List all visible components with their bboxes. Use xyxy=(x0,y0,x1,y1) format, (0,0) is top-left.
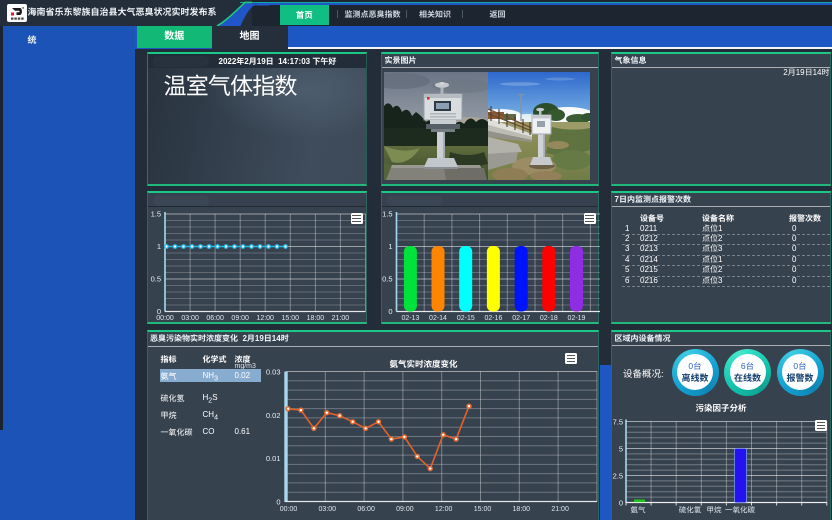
svg-text:03:00: 03:00 xyxy=(318,506,336,513)
svg-text:18:00: 18:00 xyxy=(512,506,530,513)
svg-text:02-19: 02-19 xyxy=(568,315,586,322)
svg-text:一氧化碳: 一氧化碳 xyxy=(725,505,755,514)
svg-text:1.5: 1.5 xyxy=(150,210,160,219)
svg-text:21:00: 21:00 xyxy=(551,506,569,513)
svg-text:0.5: 0.5 xyxy=(382,275,392,284)
svg-text:7.5: 7.5 xyxy=(613,417,623,426)
svg-text:02-16: 02-16 xyxy=(484,315,502,322)
svg-text:0.5: 0.5 xyxy=(150,275,160,284)
svg-text:15:00: 15:00 xyxy=(281,315,299,322)
svg-text:1.5: 1.5 xyxy=(382,210,392,219)
svg-text:12:00: 12:00 xyxy=(256,315,274,322)
svg-text:02-15: 02-15 xyxy=(457,315,475,322)
svg-text:00:00: 00:00 xyxy=(279,506,297,513)
svg-text:0: 0 xyxy=(619,498,623,507)
svg-text:02-18: 02-18 xyxy=(540,315,558,322)
svg-text:18:00: 18:00 xyxy=(306,315,324,322)
svg-text:06:00: 06:00 xyxy=(206,315,224,322)
svg-text:0.02: 0.02 xyxy=(265,410,280,419)
svg-text:氨气: 氨气 xyxy=(631,505,646,514)
svg-text:21:00: 21:00 xyxy=(331,315,349,322)
svg-text:03:00: 03:00 xyxy=(181,315,199,322)
svg-text:15:00: 15:00 xyxy=(473,506,491,513)
svg-text:09:00: 09:00 xyxy=(396,506,414,513)
svg-text:硫化氢: 硫化氢 xyxy=(679,505,702,514)
svg-text:09:00: 09:00 xyxy=(231,315,249,322)
svg-text:2.5: 2.5 xyxy=(613,471,623,480)
svg-text:02-13: 02-13 xyxy=(401,315,419,322)
svg-text:1: 1 xyxy=(388,242,392,251)
svg-text:02-17: 02-17 xyxy=(512,315,530,322)
svg-text:12:00: 12:00 xyxy=(434,506,452,513)
svg-text:0.01: 0.01 xyxy=(265,454,280,463)
svg-text:1: 1 xyxy=(156,242,160,251)
svg-text:5: 5 xyxy=(619,444,623,453)
svg-text:00:00: 00:00 xyxy=(156,315,174,322)
svg-text:06:00: 06:00 xyxy=(357,506,375,513)
svg-text:甲烷: 甲烷 xyxy=(707,505,722,514)
svg-text:0.03: 0.03 xyxy=(265,367,280,376)
svg-text:0: 0 xyxy=(388,307,392,316)
svg-text:02-14: 02-14 xyxy=(429,315,447,322)
